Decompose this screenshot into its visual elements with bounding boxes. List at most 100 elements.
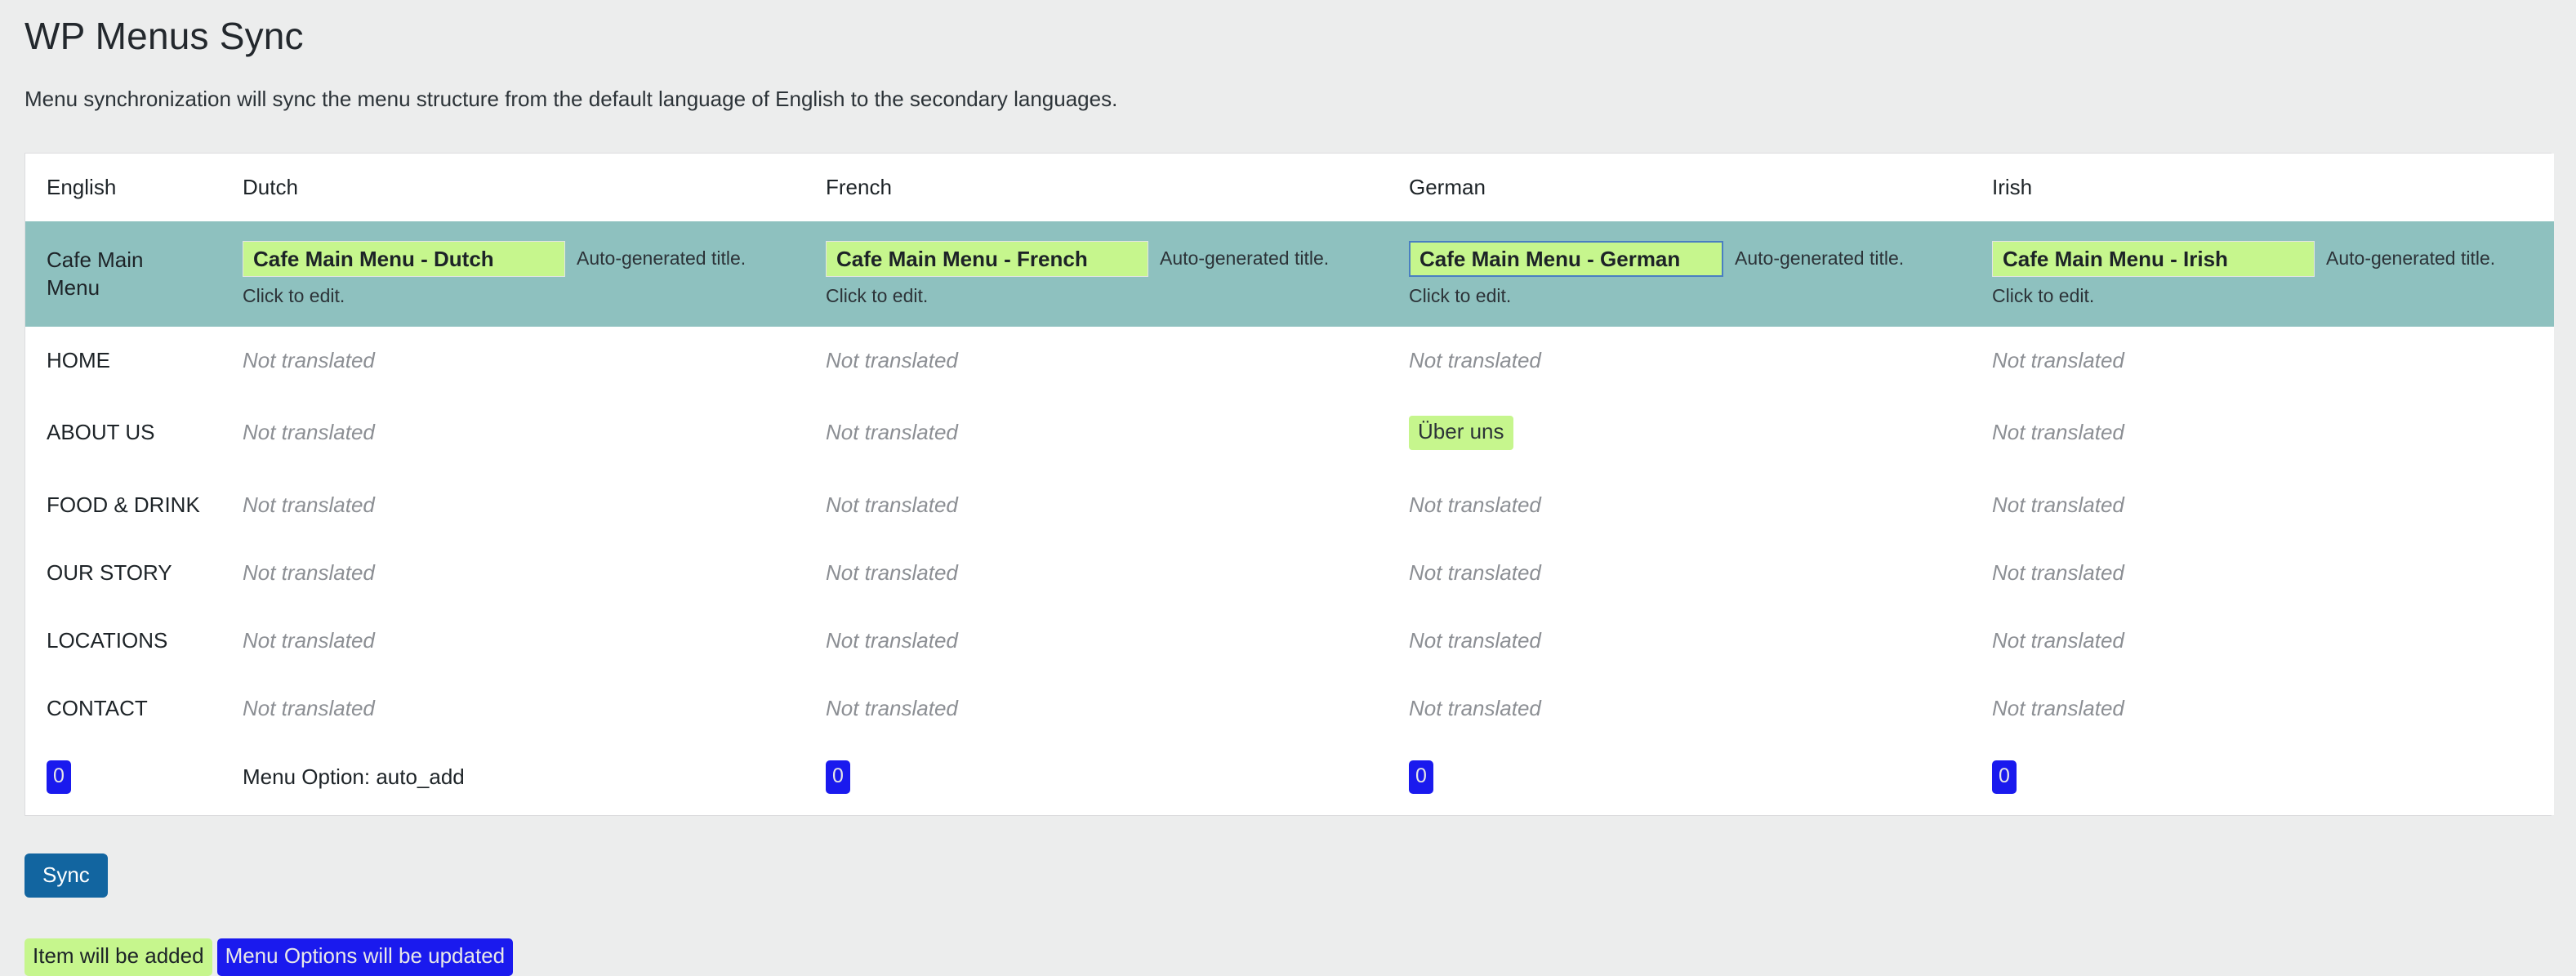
menu-item-english: FOOD & DRINK — [25, 471, 221, 539]
column-header-dutch: Dutch — [221, 154, 804, 221]
menu-item-german: Über uns — [1388, 394, 1971, 471]
menu-item-dutch: Not translated — [221, 327, 804, 394]
column-header-irish: Irish — [1971, 154, 2554, 221]
menu-option-cell-french: 0 — [804, 742, 1388, 815]
not-translated-label: Not translated — [243, 560, 375, 585]
menu-item-german: Not translated — [1388, 327, 1971, 394]
menu-item-dutch: Not translated — [221, 539, 804, 607]
menu-item-irish: Not translated — [1971, 327, 2554, 394]
translated-item-badge: Über uns — [1409, 416, 1513, 450]
not-translated-label: Not translated — [1992, 560, 2124, 585]
not-translated-label: Not translated — [826, 348, 958, 372]
menu-item-german: Not translated — [1388, 471, 1971, 539]
not-translated-label: Not translated — [1409, 696, 1541, 720]
page-title: WP Menus Sync — [0, 0, 2576, 58]
table-body: Cafe Main Menu Cafe Main Menu - Dutch Au… — [25, 221, 2554, 815]
not-translated-label: Not translated — [1409, 628, 1541, 653]
menu-option-badge-german: 0 — [1409, 760, 1433, 794]
auto-generated-note-irish: Auto-generated title. — [2326, 247, 2495, 270]
click-to-edit-german: Click to edit. — [1409, 277, 1971, 307]
not-translated-label: Not translated — [1409, 492, 1541, 517]
menu-title-input-french[interactable]: Cafe Main Menu - French — [826, 241, 1148, 277]
menu-item-irish: Not translated — [1971, 471, 2554, 539]
menu-item-english: HOME — [25, 327, 221, 394]
not-translated-label: Not translated — [243, 628, 375, 653]
not-translated-label: Not translated — [1409, 348, 1541, 372]
menu-item-english: CONTACT — [25, 675, 221, 742]
menu-option-cell-dutch: Menu Option: auto_add — [221, 742, 804, 815]
sync-table-container: English Dutch French German Irish Cafe M… — [25, 153, 2551, 816]
column-header-german: German — [1388, 154, 1971, 221]
table-head: English Dutch French German Irish — [25, 154, 2554, 221]
menu-item-irish: Not translated — [1971, 539, 2554, 607]
menu-option-cell-german: 0 — [1388, 742, 1971, 815]
not-translated-label: Not translated — [1992, 492, 2124, 517]
menu-title-input-dutch[interactable]: Cafe Main Menu - Dutch — [243, 241, 565, 277]
not-translated-label: Not translated — [826, 560, 958, 585]
sync-table: English Dutch French German Irish Cafe M… — [25, 154, 2554, 815]
menu-option-badge-irish: 0 — [1992, 760, 2017, 794]
menu-option-cell-irish: 0 — [1971, 742, 2554, 815]
column-header-english: English — [25, 154, 221, 221]
menu-item-irish: Not translated — [1971, 607, 2554, 675]
not-translated-label: Not translated — [243, 696, 375, 720]
not-translated-label: Not translated — [243, 420, 375, 444]
menu-item-english: OUR STORY — [25, 539, 221, 607]
menu-item-german: Not translated — [1388, 539, 1971, 607]
auto-generated-note-french: Auto-generated title. — [1160, 247, 1329, 270]
menu-option-label: Menu Option: auto_add — [243, 764, 465, 789]
not-translated-label: Not translated — [1992, 696, 2124, 720]
menu-item-dutch: Not translated — [221, 675, 804, 742]
menu-option-badge-french: 0 — [826, 760, 850, 794]
click-to-edit-irish: Click to edit. — [1992, 277, 2554, 307]
not-translated-label: Not translated — [826, 492, 958, 517]
table-row: CONTACT Not translated Not translated No… — [25, 675, 2554, 742]
sync-action-area: Sync — [0, 816, 2576, 898]
menu-item-irish: Not translated — [1971, 675, 2554, 742]
click-to-edit-dutch: Click to edit. — [243, 277, 804, 307]
menu-option-cell-english: 0 — [25, 742, 221, 815]
wp-menus-sync-page: WP Menus Sync Menu synchronization will … — [0, 0, 2576, 976]
menu-title-cell-german: Cafe Main Menu - German Auto-generated t… — [1388, 221, 1971, 327]
menu-item-english: LOCATIONS — [25, 607, 221, 675]
menu-item-french: Not translated — [804, 394, 1388, 471]
not-translated-label: Not translated — [243, 348, 375, 372]
table-row: HOME Not translated Not translated Not t… — [25, 327, 2554, 394]
legend-item-options-updated: Menu Options will be updated — [217, 938, 514, 976]
not-translated-label: Not translated — [1992, 420, 2124, 444]
sync-button[interactable]: Sync — [25, 853, 108, 898]
menu-title-line-dutch: Cafe Main Menu - Dutch Auto-generated ti… — [243, 241, 804, 277]
menu-option-row: 0 Menu Option: auto_add 0 0 0 — [25, 742, 2554, 815]
menu-item-french: Not translated — [804, 327, 1388, 394]
not-translated-label: Not translated — [1992, 348, 2124, 372]
not-translated-label: Not translated — [243, 492, 375, 517]
menu-title-cell-dutch: Cafe Main Menu - Dutch Auto-generated ti… — [221, 221, 804, 327]
menu-item-dutch: Not translated — [221, 394, 804, 471]
menu-title-input-german[interactable]: Cafe Main Menu - German — [1409, 241, 1723, 277]
menu-title-english: Cafe Main Menu — [25, 221, 221, 327]
legend: Item will be added Menu Options will be … — [0, 898, 2576, 976]
menu-item-french: Not translated — [804, 471, 1388, 539]
not-translated-label: Not translated — [826, 628, 958, 653]
not-translated-label: Not translated — [1409, 560, 1541, 585]
not-translated-label: Not translated — [826, 696, 958, 720]
menu-option-badge-english: 0 — [47, 760, 71, 794]
menu-title-cell-irish: Cafe Main Menu - Irish Auto-generated ti… — [1971, 221, 2554, 327]
table-row: OUR STORY Not translated Not translated … — [25, 539, 2554, 607]
auto-generated-note-dutch: Auto-generated title. — [577, 247, 746, 270]
menu-title-cell-french: Cafe Main Menu - French Auto-generated t… — [804, 221, 1388, 327]
menu-title-line-german: Cafe Main Menu - German Auto-generated t… — [1409, 241, 1971, 277]
menu-item-dutch: Not translated — [221, 471, 804, 539]
menu-title-input-irish[interactable]: Cafe Main Menu - Irish — [1992, 241, 2315, 277]
menu-item-german: Not translated — [1388, 607, 1971, 675]
menu-item-dutch: Not translated — [221, 607, 804, 675]
menu-item-irish: Not translated — [1971, 394, 2554, 471]
menu-title-line-irish: Cafe Main Menu - Irish Auto-generated ti… — [1992, 241, 2554, 277]
click-to-edit-french: Click to edit. — [826, 277, 1388, 307]
not-translated-label: Not translated — [826, 420, 958, 444]
menu-item-french: Not translated — [804, 675, 1388, 742]
not-translated-label: Not translated — [1992, 628, 2124, 653]
legend-item-added: Item will be added — [25, 938, 212, 976]
column-header-french: French — [804, 154, 1388, 221]
auto-generated-note-german: Auto-generated title. — [1735, 247, 1904, 270]
